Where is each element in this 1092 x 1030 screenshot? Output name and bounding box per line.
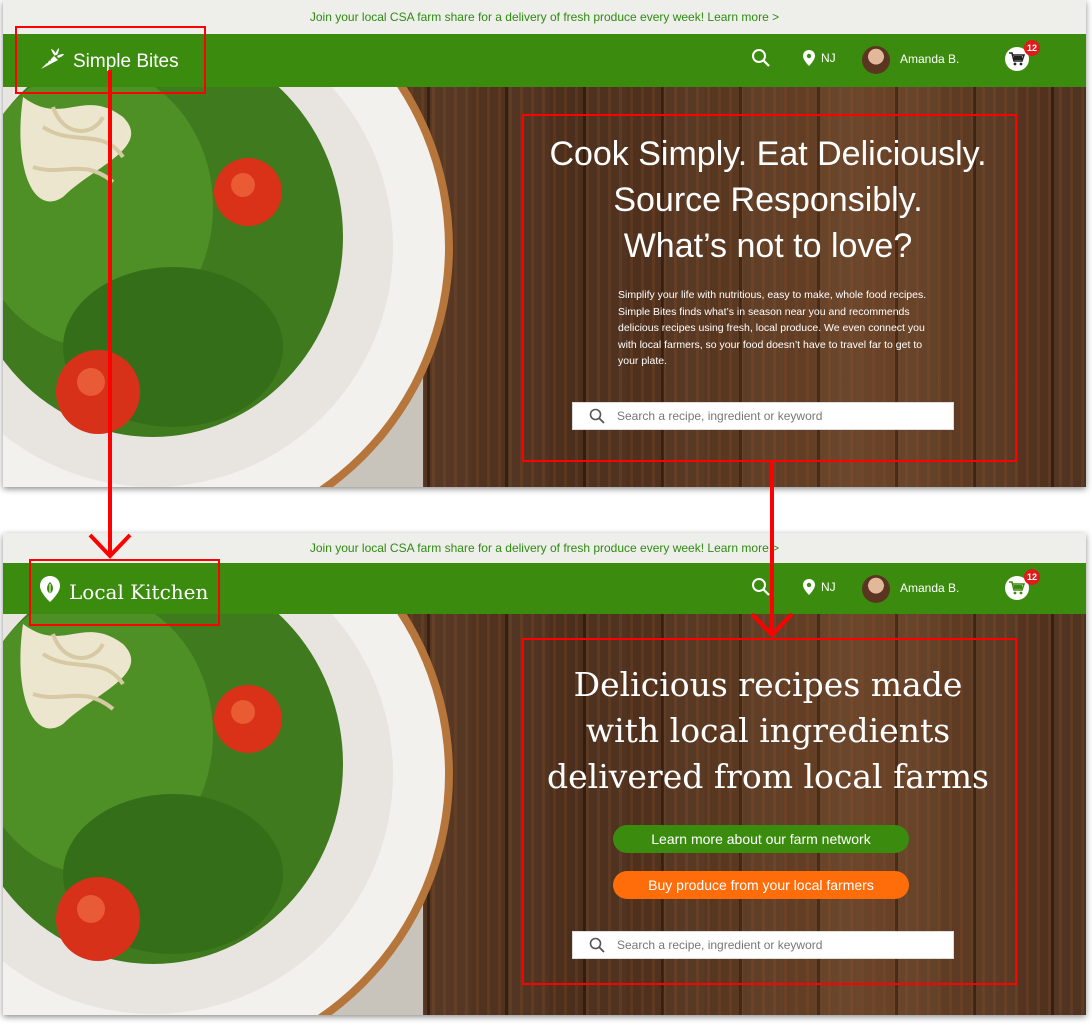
promo-banner-link[interactable]: Learn more > (707, 10, 779, 24)
annotation-box-hero-bottom (522, 638, 1017, 985)
avatar[interactable] (862, 575, 890, 603)
cart-count-badge: 12 (1024, 569, 1040, 585)
promo-banner-text: Join your local CSA farm share for a del… (309, 10, 705, 24)
location-label: NJ (821, 51, 836, 65)
annotation-box-hero-top (522, 114, 1017, 462)
user-name[interactable]: Amanda B. (900, 581, 959, 595)
user-name[interactable]: Amanda B. (900, 52, 959, 66)
promo-banner-text: Join your local CSA farm share for a del… (309, 541, 705, 555)
salad-plate-image (3, 614, 453, 1015)
search-icon[interactable] (751, 48, 771, 73)
location-selector[interactable]: NJ (803, 579, 836, 595)
location-pin-icon (803, 50, 815, 66)
annotation-box-logo-top (15, 26, 206, 94)
cart-count-badge: 12 (1024, 40, 1040, 56)
salad-plate-image (3, 87, 453, 487)
location-label: NJ (821, 580, 836, 594)
location-selector[interactable]: NJ (803, 50, 836, 66)
promo-banner-link[interactable]: Learn more > (707, 541, 779, 555)
annotation-box-logo-bottom (29, 559, 220, 626)
search-icon[interactable] (751, 577, 771, 602)
avatar[interactable] (862, 46, 890, 74)
location-pin-icon (803, 579, 815, 595)
